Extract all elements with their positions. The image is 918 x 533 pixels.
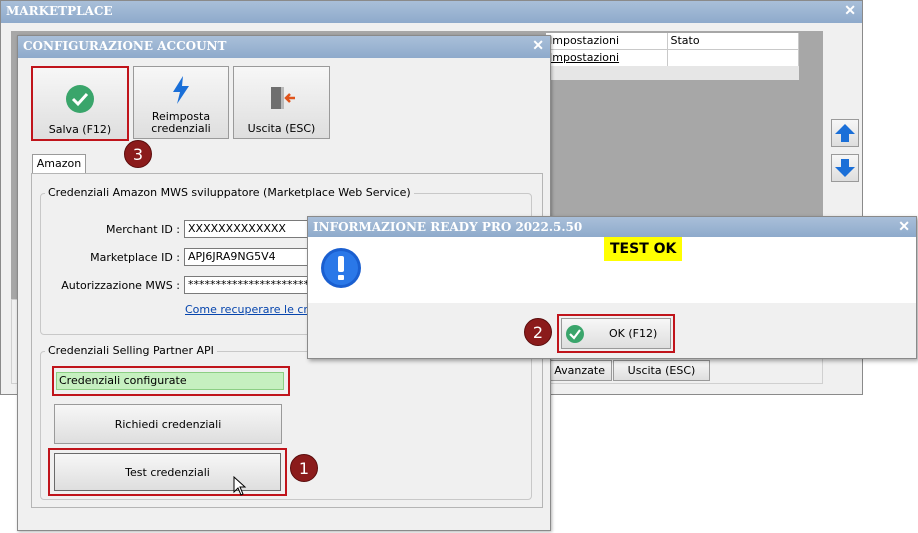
request-credentials-button[interactable]: Richiedi credenziali <box>54 404 282 444</box>
dialog-message: TEST OK <box>604 237 683 261</box>
lightning-icon <box>173 76 189 104</box>
annotation-badge-3: 3 <box>124 140 152 168</box>
annotation-badge-1: 1 <box>290 454 318 482</box>
grid-cell-stato <box>668 50 799 66</box>
dialog-title: INFORMAZIONE READY PRO 2022.5.50 <box>313 220 583 234</box>
merchant-id-field[interactable]: XXXXXXXXXXXXX <box>184 220 314 238</box>
info-dialog: INFORMAZIONE READY PRO 2022.5.50 ✕ TEST … <box>307 216 917 359</box>
close-icon[interactable]: ✕ <box>898 217 910 237</box>
marketplace-exit-label: Uscita (ESC) <box>627 364 696 377</box>
exit-button[interactable]: Uscita (ESC) <box>233 66 330 139</box>
exit-door-icon <box>270 87 295 109</box>
arrow-up-icon <box>835 124 855 142</box>
annotation-badge-2: 2 <box>524 318 552 346</box>
reset-label: Reimposta credenziali <box>151 110 211 135</box>
exit-label: Uscita (ESC) <box>247 122 316 135</box>
save-label: Salva (F12) <box>48 123 112 136</box>
check-circle-icon <box>66 85 94 113</box>
close-icon[interactable]: ✕ <box>532 36 544 56</box>
ok-button[interactable]: OK (F12) <box>561 318 671 349</box>
grid-header: Impostazioni Stato <box>546 33 799 50</box>
check-circle-icon <box>566 324 584 343</box>
reset-credentials-button[interactable]: Reimposta credenziali <box>133 66 229 139</box>
avanzate-label: Avanzate <box>554 364 605 377</box>
auth-label: Autorizzazione MWS : <box>61 279 180 292</box>
avanzate-button[interactable]: Avanzate <box>541 360 612 381</box>
sp-group-label: Credenziali Selling Partner API <box>45 344 217 357</box>
grid-header-impostazioni: Impostazioni <box>546 33 668 49</box>
arrow-down-icon <box>835 159 855 177</box>
tab-amazon[interactable]: Amazon <box>32 154 86 174</box>
tab-amazon-label: Amazon <box>36 157 82 170</box>
grid-header-stato: Stato <box>668 33 799 49</box>
info-exclamation-icon <box>321 248 361 288</box>
recover-credentials-link[interactable]: Come recuperare le credenziali <box>185 303 311 316</box>
close-icon[interactable]: ✕ <box>844 1 856 21</box>
save-button[interactable]: Salva (F12) <box>31 66 129 141</box>
mouse-cursor-icon <box>233 476 247 496</box>
sp-status-field: Credenziali configurate <box>56 372 284 390</box>
mws-group-label: Credenziali Amazon MWS sviluppatore (Mar… <box>45 186 414 199</box>
marketplace-id-label: Marketplace ID : <box>90 251 180 264</box>
grid-cell-impostazioni[interactable]: Impostazioni <box>546 50 668 66</box>
marketplace-titlebar: MARKETPLACE ✕ <box>1 1 862 23</box>
config-titlebar: CONFIGURAZIONE ACCOUNT ✕ <box>18 36 550 58</box>
grid-row-selected <box>546 66 799 80</box>
ok-label: OK (F12) <box>609 327 658 340</box>
move-up-button[interactable] <box>831 119 859 147</box>
table-row[interactable]: Impostazioni <box>546 50 799 66</box>
merchant-label: Merchant ID : <box>106 223 180 236</box>
marketplace-title: MARKETPLACE <box>6 4 113 18</box>
marketplace-id-field[interactable]: APJ6JRA9NG5V4 <box>184 248 314 266</box>
dialog-titlebar: INFORMAZIONE READY PRO 2022.5.50 ✕ <box>308 217 916 237</box>
auth-mws-field[interactable]: ************************** <box>184 276 314 294</box>
move-down-button[interactable] <box>831 154 859 182</box>
config-title: CONFIGURAZIONE ACCOUNT <box>23 39 227 53</box>
marketplace-exit-button[interactable]: Uscita (ESC) <box>613 360 710 381</box>
